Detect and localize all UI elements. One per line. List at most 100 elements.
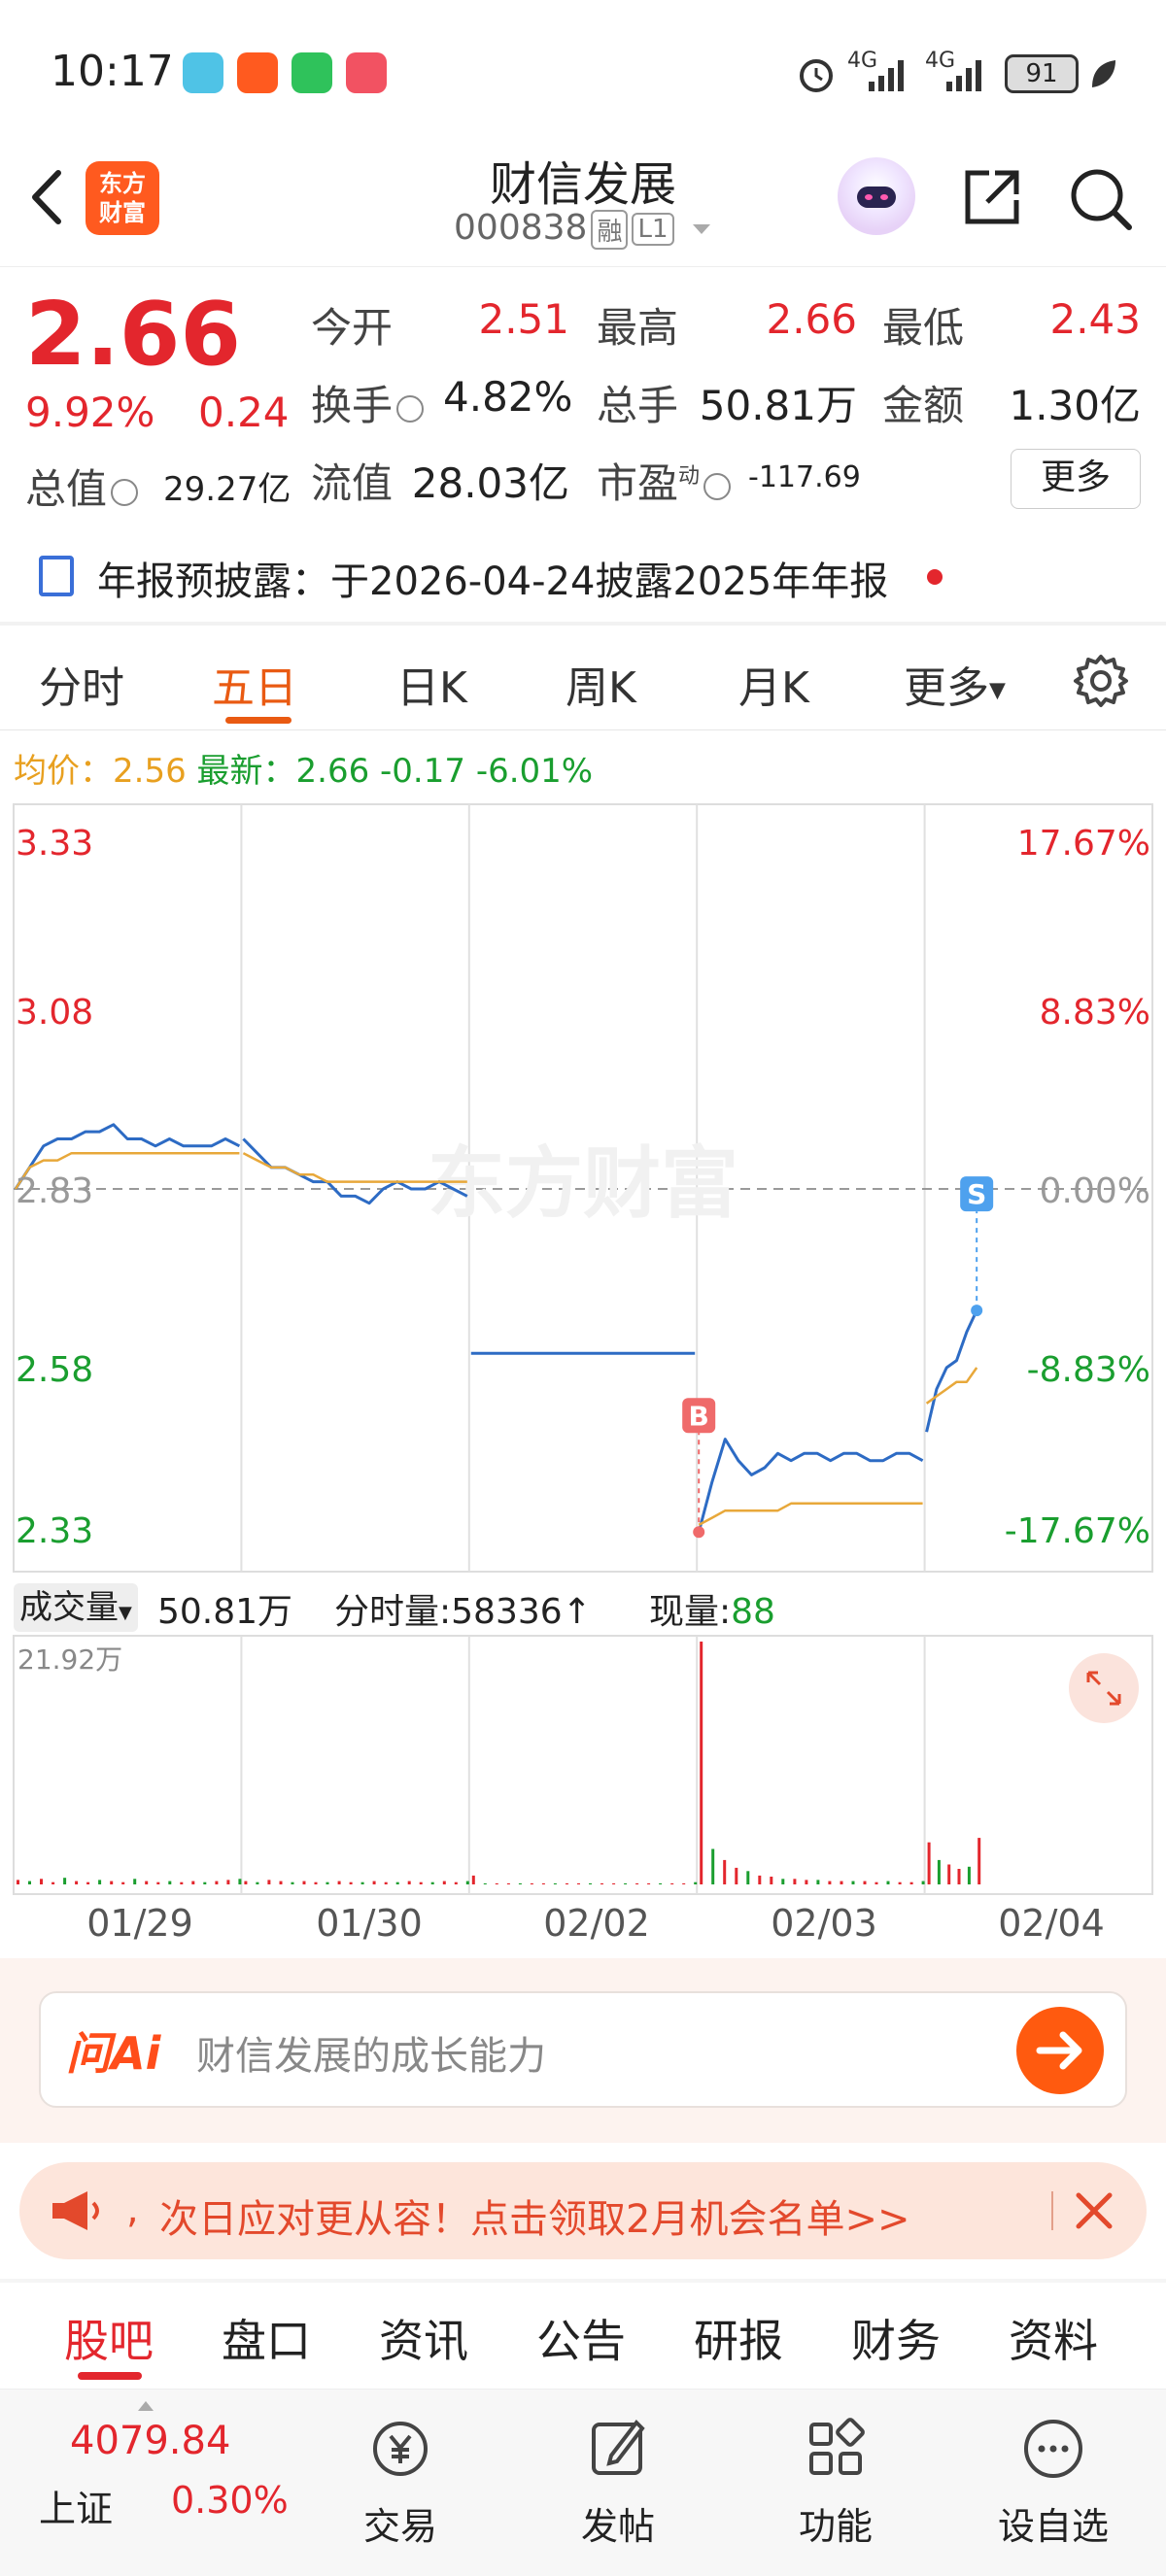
volume-bar <box>495 1882 498 1884</box>
promo-banner[interactable]: , 次日应对更从容！点击领取2月机会名单>> <box>19 2162 1147 2259</box>
volume-bar <box>518 1882 522 1884</box>
leaf-icon <box>1092 60 1115 87</box>
tab-forum[interactable]: 股吧 <box>64 2306 154 2370</box>
tab-announcements[interactable]: 公告 <box>536 2306 626 2370</box>
info-icon[interactable] <box>111 478 139 506</box>
y-tick-pct-label: 0.00% <box>1040 1171 1150 1211</box>
disclosure-text: 年报预披露：于2026-04-24披露2025年年报 <box>97 559 889 604</box>
y-tick-pct-label: -8.83% <box>1027 1350 1150 1390</box>
nav-functions-label: 功能 <box>798 2505 873 2548</box>
low-label: 最低 <box>882 304 965 352</box>
index-change-pct[interactable]: 0.30% <box>171 2479 289 2522</box>
volume-bar <box>886 1881 890 1884</box>
edit-icon <box>592 2419 645 2475</box>
volume-frame <box>13 1635 1153 1895</box>
nav-functions[interactable]: 功能 <box>768 2401 904 2566</box>
open-label: 今开 <box>311 304 394 352</box>
volume-bar <box>465 1881 469 1884</box>
volume-bar <box>168 1881 172 1884</box>
document-icon <box>39 556 74 596</box>
ask-ai-input[interactable]: 问Ai 财信发展的成长能力 <box>39 1991 1127 2108</box>
tab-five-day[interactable]: 五日 <box>212 653 297 715</box>
nav-add-watchlist[interactable]: 设自选 <box>985 2401 1121 2566</box>
high-value: 2.66 <box>766 295 857 343</box>
chart-tabs: 分时 五日 日K 周K 月K 更多▼ <box>0 627 1166 730</box>
volume-bar <box>430 1881 434 1884</box>
tab-intraday[interactable]: 分时 <box>39 653 124 715</box>
volume-bar <box>291 1881 294 1884</box>
tab-monthly-k[interactable]: 月K <box>738 653 809 715</box>
volume-bar <box>506 1882 510 1884</box>
avg-price-line <box>925 1367 978 1405</box>
close-icon[interactable] <box>1067 2184 1121 2238</box>
volume-bar <box>840 1881 843 1884</box>
volume-bar <box>442 1881 446 1884</box>
price-chart[interactable]: 东方财富 B S 3.33 17.67% 3.08 8.83% 2.83 0.00% 2.58 -8… <box>0 797 1166 1574</box>
volume-bar <box>483 1882 487 1884</box>
nav-post[interactable]: 发帖 <box>550 2401 686 2566</box>
average-price-line: 均价：2.56 最新：2.66 -0.17 -6.01% <box>14 744 593 792</box>
nav-trade[interactable]: 交易 <box>332 2401 468 2566</box>
volume-bar <box>226 1880 230 1884</box>
volume-bar <box>746 1871 750 1884</box>
more-button[interactable]: 更多 <box>1011 449 1141 509</box>
volume-bar <box>86 1881 90 1884</box>
volume-bar <box>407 1881 411 1884</box>
volume-bar <box>28 1881 31 1884</box>
volume-bar <box>267 1880 271 1884</box>
volume-bar <box>612 1882 616 1884</box>
index-value[interactable]: 4079.84 <box>70 2419 230 2463</box>
volume-bar <box>40 1879 43 1884</box>
tab-news[interactable]: 资讯 <box>379 2306 468 2370</box>
tab-more-label: 更多 <box>904 663 989 713</box>
volume-bar <box>659 1882 663 1884</box>
volume-bar <box>700 1642 703 1884</box>
tab-order-book[interactable]: 盘口 <box>222 2306 311 2370</box>
divider <box>0 622 1166 626</box>
volume-bar <box>156 1881 160 1884</box>
active-tab-underline <box>225 717 292 724</box>
volume-bar <box>121 1881 125 1884</box>
volume-bar <box>589 1882 592 1884</box>
dropdown-icon[interactable] <box>691 221 712 237</box>
tab-profile[interactable]: 资料 <box>1009 2306 1098 2370</box>
tab-more[interactable]: 更多▼ <box>904 653 1006 715</box>
search-icon[interactable] <box>1067 165 1135 233</box>
annual-report-disclosure[interactable]: 年报预披露：于2026-04-24披露2025年年报 <box>0 532 1166 620</box>
volume-chart[interactable]: 21.92万 <box>0 1634 1166 1896</box>
volume-bar <box>337 1881 341 1884</box>
ai-robot-icon[interactable] <box>838 157 915 235</box>
more-dots-icon <box>1024 2420 1082 2478</box>
arrow-right-icon <box>1036 2031 1082 2070</box>
volume-bar <box>471 1875 475 1884</box>
pe-value: -117.69 <box>748 460 861 494</box>
avg-label: 均价： <box>14 752 113 791</box>
gear-icon[interactable] <box>1073 653 1129 709</box>
level-tag: L1 <box>632 213 674 246</box>
ask-ai-submit-button[interactable] <box>1016 2007 1104 2094</box>
volume-bar <box>110 1881 114 1884</box>
y-tick-pct-label: -17.67% <box>1005 1511 1150 1551</box>
tab-weekly-k[interactable]: 周K <box>566 653 636 715</box>
volume-bar <box>566 1882 568 1884</box>
tab-research[interactable]: 研报 <box>694 2306 783 2370</box>
volume-bar <box>921 1881 925 1884</box>
video-app-icon <box>346 52 387 93</box>
open-value: 2.51 <box>478 295 569 343</box>
volume-bar <box>851 1881 855 1884</box>
info-icon[interactable] <box>396 394 425 423</box>
volume-selector[interactable]: 成交量▼ <box>14 1583 138 1632</box>
tab-daily-k[interactable]: 日K <box>396 653 467 715</box>
index-name[interactable]: 上证 <box>39 2479 113 2532</box>
volume-bar <box>63 1878 67 1884</box>
volume-bar <box>244 1881 248 1884</box>
amount-value: 1.30亿 <box>1009 382 1141 429</box>
promo-divider <box>1051 2191 1053 2230</box>
tab-financials[interactable]: 财务 <box>851 2306 941 2370</box>
marker-dot <box>971 1305 983 1317</box>
info-icon[interactable] <box>703 472 732 500</box>
y-tick-label: 2.33 <box>16 1511 93 1551</box>
share-icon[interactable] <box>960 165 1024 229</box>
volume-bar <box>191 1881 195 1884</box>
notification-dot <box>927 569 943 585</box>
